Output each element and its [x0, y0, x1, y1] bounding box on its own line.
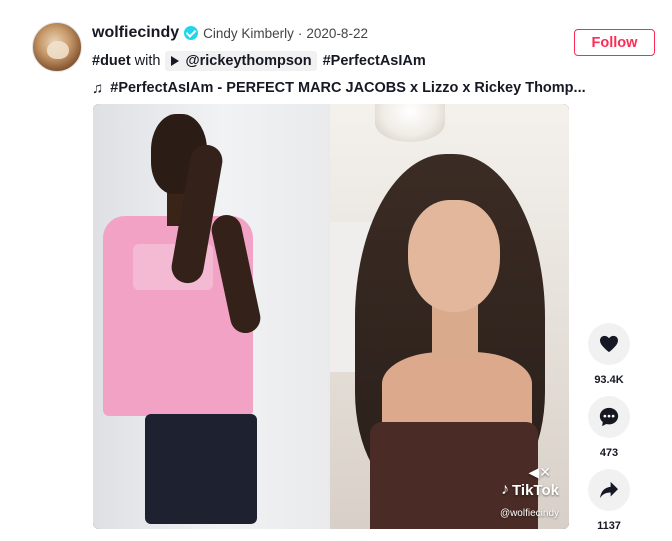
ceiling-light	[375, 104, 445, 142]
tiktok-logo-icon: ♪	[501, 481, 510, 498]
person-right-chest	[382, 352, 532, 432]
duet-left-video	[93, 104, 330, 529]
music-note-icon: ♫	[92, 79, 104, 97]
like-count: 93.4K	[594, 374, 624, 386]
music-title[interactable]: #PerfectAsIAm - PERFECT MARC JACOBS x Li…	[110, 80, 585, 96]
play-icon	[171, 56, 180, 66]
author-avatar[interactable]	[32, 22, 82, 72]
heart-icon	[600, 335, 618, 353]
action-bar: 93.4K 473 1137	[587, 323, 631, 541]
comment-button[interactable]	[588, 396, 630, 438]
watermark-user: @wolfiecindy	[499, 508, 559, 519]
post-date: 2020-8-22	[306, 25, 368, 41]
share-button[interactable]	[588, 469, 630, 511]
like-action: 93.4K	[587, 323, 631, 386]
caption-line: #duet with @rickeythompson #PerfectAsIAm	[92, 50, 652, 72]
share-action: 1137	[587, 469, 631, 532]
video-player[interactable]: ◀✕ ♪ TikTok @wolfiecindy	[93, 104, 569, 529]
music-line[interactable]: ♫ #PerfectAsIAm - PERFECT MARC JACOBS x …	[92, 77, 652, 99]
author-nickname[interactable]: Cindy Kimberly	[203, 26, 294, 41]
share-arrow-icon	[600, 481, 618, 499]
date-separator: ·	[297, 25, 303, 41]
person-left-shorts	[145, 414, 257, 524]
hashtag-perfectasiam-link[interactable]: #PerfectAsIAm	[323, 53, 426, 69]
like-button[interactable]	[588, 323, 630, 365]
follow-button[interactable]: Follow	[574, 29, 655, 56]
caption-with-text: with	[134, 53, 161, 69]
person-right-face	[408, 200, 500, 312]
author-username[interactable]: wolfiecindy	[92, 24, 179, 42]
tiktok-watermark: ♪ TikTok	[501, 481, 559, 499]
hashtag-duet-link[interactable]: #duet	[92, 53, 131, 69]
verified-badge-icon	[184, 26, 199, 40]
author-line: wolfiecindy Cindy Kimberly · 2020-8-22	[92, 22, 652, 44]
mute-icon[interactable]: ◀✕	[529, 464, 552, 481]
watermark-brand: TikTok	[512, 481, 559, 499]
share-count: 1137	[597, 520, 621, 532]
comment-icon	[599, 407, 619, 427]
comment-action: 473	[587, 396, 631, 459]
post-header: wolfiecindy Cindy Kimberly · 2020-8-22 #…	[92, 22, 652, 99]
mention-text: @rickeythompson	[185, 53, 312, 69]
mention-link[interactable]: @rickeythompson	[165, 51, 317, 71]
comment-count: 473	[599, 447, 619, 459]
